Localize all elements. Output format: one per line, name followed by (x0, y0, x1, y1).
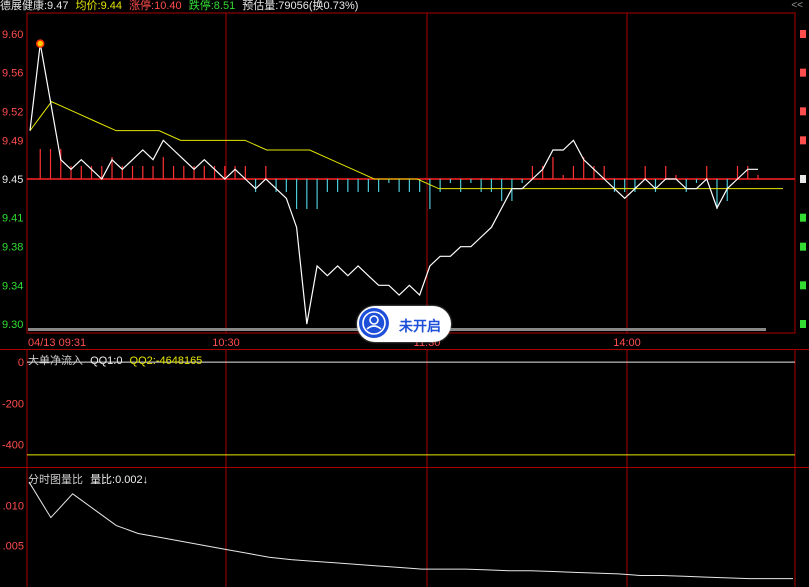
volume-ratio-value: 量比:0.002↓ (90, 474, 149, 486)
y-tick-label: 9.45 (2, 174, 23, 186)
time-label: 10:30 (212, 337, 240, 349)
p3-tick-label: .010 (3, 501, 24, 513)
intraday-chart[interactable]: 9.60 9.56 9.52 9.49 9.45 9.41 9.38 9.34 9.30 04/1… (0, 0, 809, 587)
right-tick-mark (800, 107, 806, 116)
right-tick-mark (800, 242, 806, 251)
right-tick-mark (800, 30, 806, 38)
p3-tick-label: .005 (3, 540, 24, 552)
right-tick-mark (800, 136, 806, 145)
p2-tick-label: -200 (2, 398, 24, 410)
price-line (29, 43, 758, 325)
right-tick-mark (800, 320, 806, 328)
qq1-value: QQ1:0 (90, 355, 123, 367)
y-tick-label: 9.52 (2, 106, 23, 118)
y-tick-label: 9.49 (2, 135, 23, 147)
time-label: 14:00 (613, 337, 641, 349)
right-tick-mark (800, 175, 806, 183)
panel2-header: 大单净流入 QQ1:0 QQ2:-4648165 (28, 352, 202, 368)
panel3-header: 分时图量比 量比:0.002↓ (28, 471, 148, 487)
p2-tick-label: 0 (18, 357, 24, 369)
p2-tick-label: -400 (2, 440, 24, 452)
y-tick-label: 9.34 (2, 280, 23, 292)
toggle-label: 未开启 (399, 318, 441, 334)
user-icon (359, 308, 389, 338)
right-tick-mark (800, 281, 806, 290)
feature-toggle-button[interactable]: 未开启 (357, 306, 451, 342)
high-marker (36, 39, 45, 48)
y-tick-label: 9.30 (2, 319, 23, 331)
y-tick-label: 9.38 (2, 242, 23, 254)
qq2-value: QQ2:-4648165 (129, 355, 203, 367)
time-label: 04/13 09:31 (28, 337, 86, 349)
right-tick-mark (800, 68, 806, 77)
right-tick-mark (800, 213, 806, 222)
y-tick-label: 9.60 (2, 29, 23, 41)
panel2-title: 大单净流入 (28, 355, 83, 367)
panel3-title: 分时图量比 (28, 474, 83, 486)
y-tick-label: 9.41 (2, 213, 23, 225)
volume-ratio-line (28, 481, 793, 580)
y-tick-label: 9.56 (2, 68, 23, 80)
